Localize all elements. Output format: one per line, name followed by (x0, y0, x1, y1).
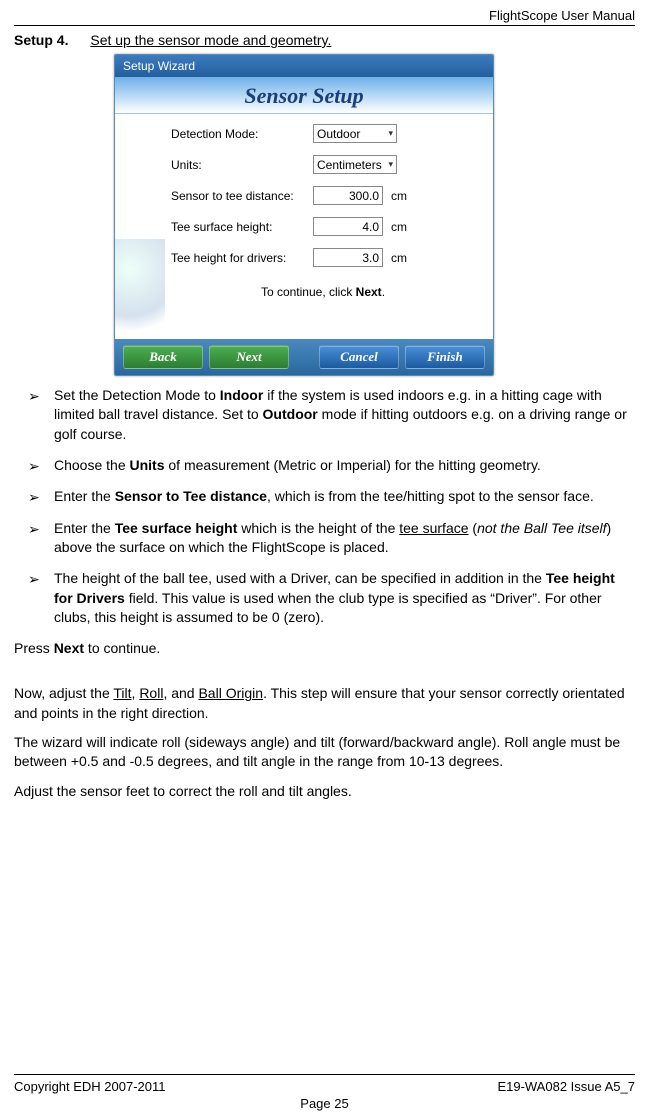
bullet-units: Choose the Units of measurement (Metric … (28, 456, 635, 475)
setup-heading: Setup 4. Set up the sensor mode and geom… (14, 32, 635, 48)
bullet-detection-mode: Set the Detection Mode to Indoor if the … (28, 386, 635, 444)
bullet-sensor-tee: Enter the Sensor to Tee distance, which … (28, 487, 635, 506)
footer-issue: E19-WA082 Issue A5_7 (497, 1079, 635, 1094)
unit-sensor-tee: cm (391, 189, 407, 203)
back-button[interactable]: Back (123, 345, 203, 369)
label-detection-mode: Detection Mode: (171, 127, 313, 141)
header-rule (14, 25, 635, 26)
units-select[interactable]: Centimeters ▾ (313, 155, 397, 174)
unit-surface-height: cm (391, 220, 407, 234)
row-driver-height: Tee height for drivers: cm (171, 248, 475, 267)
adjust-angles: The wizard will indicate roll (sideways … (14, 733, 635, 772)
chevron-down-icon: ▾ (388, 159, 393, 170)
units-value: Centimeters (317, 158, 382, 172)
label-surface-height: Tee surface height: (171, 220, 313, 234)
row-detection-mode: Detection Mode: Outdoor ▾ (171, 124, 475, 143)
adjust-intro: Now, adjust the Tilt, Roll, and Ball Ori… (14, 684, 635, 723)
footer-copyright: Copyright EDH 2007-2011 (14, 1079, 166, 1094)
wizard-footer: Back Next Cancel Finish (115, 339, 493, 375)
next-button[interactable]: Next (209, 345, 289, 369)
press-next: Press Next to continue. (14, 639, 635, 658)
setup-step-label: Setup 4. (14, 32, 68, 48)
page-footer: Copyright EDH 2007-2011 E19-WA082 Issue … (14, 1074, 635, 1111)
surface-height-input[interactable] (313, 217, 383, 236)
chevron-down-icon: ▾ (388, 128, 393, 139)
bullet-driver-height: The height of the ball tee, used with a … (28, 569, 635, 627)
finish-button[interactable]: Finish (405, 345, 485, 369)
row-units: Units: Centimeters ▾ (171, 155, 475, 174)
detection-mode-select[interactable]: Outdoor ▾ (313, 124, 397, 143)
label-driver-height: Tee height for drivers: (171, 251, 313, 265)
unit-driver-height: cm (391, 251, 407, 265)
cancel-button[interactable]: Cancel (319, 345, 399, 369)
row-surface-height: Tee surface height: cm (171, 217, 475, 236)
manual-title: FlightScope User Manual (14, 8, 635, 23)
wizard-continue-text: To continue, click Next. (171, 285, 475, 299)
wizard-banner: Sensor Setup (115, 77, 493, 114)
adjust-feet: Adjust the sensor feet to correct the ro… (14, 782, 635, 801)
bullet-surface-height: Enter the Tee surface height which is th… (28, 519, 635, 558)
footer-rule (14, 1074, 635, 1075)
detection-mode-value: Outdoor (317, 127, 360, 141)
driver-height-input[interactable] (313, 248, 383, 267)
setup-step-title: Set up the sensor mode and geometry. (90, 32, 331, 48)
footer-page-number: Page 25 (14, 1096, 635, 1111)
instruction-list: Set the Detection Mode to Indoor if the … (28, 386, 635, 627)
wizard-body: Detection Mode: Outdoor ▾ Units: Centime… (115, 114, 493, 339)
label-sensor-tee: Sensor to tee distance: (171, 189, 313, 203)
wizard-titlebar: Setup Wizard (115, 55, 493, 77)
row-sensor-tee: Sensor to tee distance: cm (171, 186, 475, 205)
setup-wizard-window: Setup Wizard Sensor Setup Detection Mode… (114, 54, 494, 376)
label-units: Units: (171, 158, 313, 172)
sensor-tee-input[interactable] (313, 186, 383, 205)
wizard-banner-text: Sensor Setup (244, 83, 363, 108)
